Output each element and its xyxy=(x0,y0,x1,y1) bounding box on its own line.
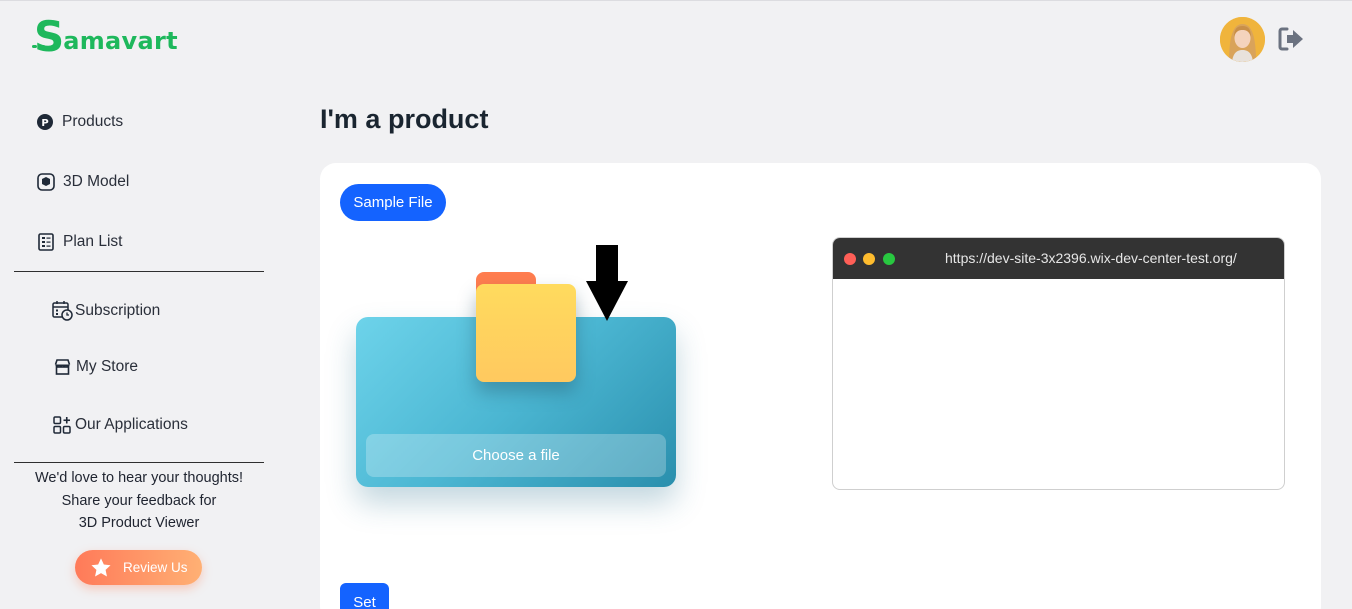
close-dot-icon xyxy=(844,253,856,265)
maximize-dot-icon xyxy=(883,253,895,265)
svg-text:P: P xyxy=(41,118,48,129)
logo-speed-lines xyxy=(32,45,45,48)
list-icon xyxy=(37,233,55,251)
sidebar-item-label: My Store xyxy=(76,358,139,375)
cube-icon xyxy=(37,173,55,191)
sidebar-item-label: Subscription xyxy=(75,301,161,319)
sidebar-item-subscription[interactable]: Subscription xyxy=(52,300,160,321)
sample-file-button[interactable]: Sample File xyxy=(340,184,446,221)
set-button[interactable]: Set xyxy=(340,583,389,609)
sidebar-item-3d-model[interactable]: 3D Model xyxy=(37,173,129,191)
feedback-line: We'd love to hear your thoughts! xyxy=(34,470,244,486)
sidebar-item-label: Our Applications xyxy=(75,416,188,433)
sidebar-item-label: Plan List xyxy=(63,233,123,250)
feedback-line: 3D Product Viewer xyxy=(78,515,200,531)
logout-icon[interactable] xyxy=(1278,26,1306,52)
preview-url: https://dev-site-3x2396.wix-dev-center-t… xyxy=(945,250,1237,266)
logo-text: amavart xyxy=(63,27,178,55)
store-icon xyxy=(53,358,71,376)
browser-toolbar: https://dev-site-3x2396.wix-dev-center-t… xyxy=(833,238,1284,279)
apps-icon xyxy=(53,416,71,434)
sidebar-item-our-applications[interactable]: Our Applications xyxy=(53,416,188,434)
user-avatar[interactable] xyxy=(1220,17,1265,62)
sidebar-item-my-store[interactable]: My Store xyxy=(53,358,138,376)
review-us-label: Review Us xyxy=(123,560,188,575)
product-p-icon: P xyxy=(36,113,54,131)
sidebar-item-products[interactable]: P Products xyxy=(36,113,123,131)
page-title: I'm a product xyxy=(320,104,489,134)
feedback-message: We'd love to hear your thoughts! Share y… xyxy=(14,467,264,535)
download-arrow-icon xyxy=(586,245,628,321)
sidebar-item-label: 3D Model xyxy=(63,173,130,190)
feedback-line: Share your feedback for xyxy=(61,492,217,509)
review-us-button[interactable]: Review Us xyxy=(75,550,202,585)
choose-file-button[interactable]: Choose a file xyxy=(366,434,666,477)
sidebar-item-label: Products xyxy=(62,113,124,130)
sidebar-item-plan-list[interactable]: Plan List xyxy=(37,233,122,251)
calendar-clock-icon xyxy=(52,300,73,321)
sidebar-divider xyxy=(14,462,264,463)
browser-preview: https://dev-site-3x2396.wix-dev-center-t… xyxy=(832,237,1285,490)
app-logo[interactable]: S amavart xyxy=(32,12,178,61)
star-icon xyxy=(90,557,112,579)
folder-icon xyxy=(476,284,576,382)
sidebar-divider xyxy=(14,271,264,272)
minimize-dot-icon xyxy=(863,253,875,265)
logo-letter: S xyxy=(34,12,65,61)
